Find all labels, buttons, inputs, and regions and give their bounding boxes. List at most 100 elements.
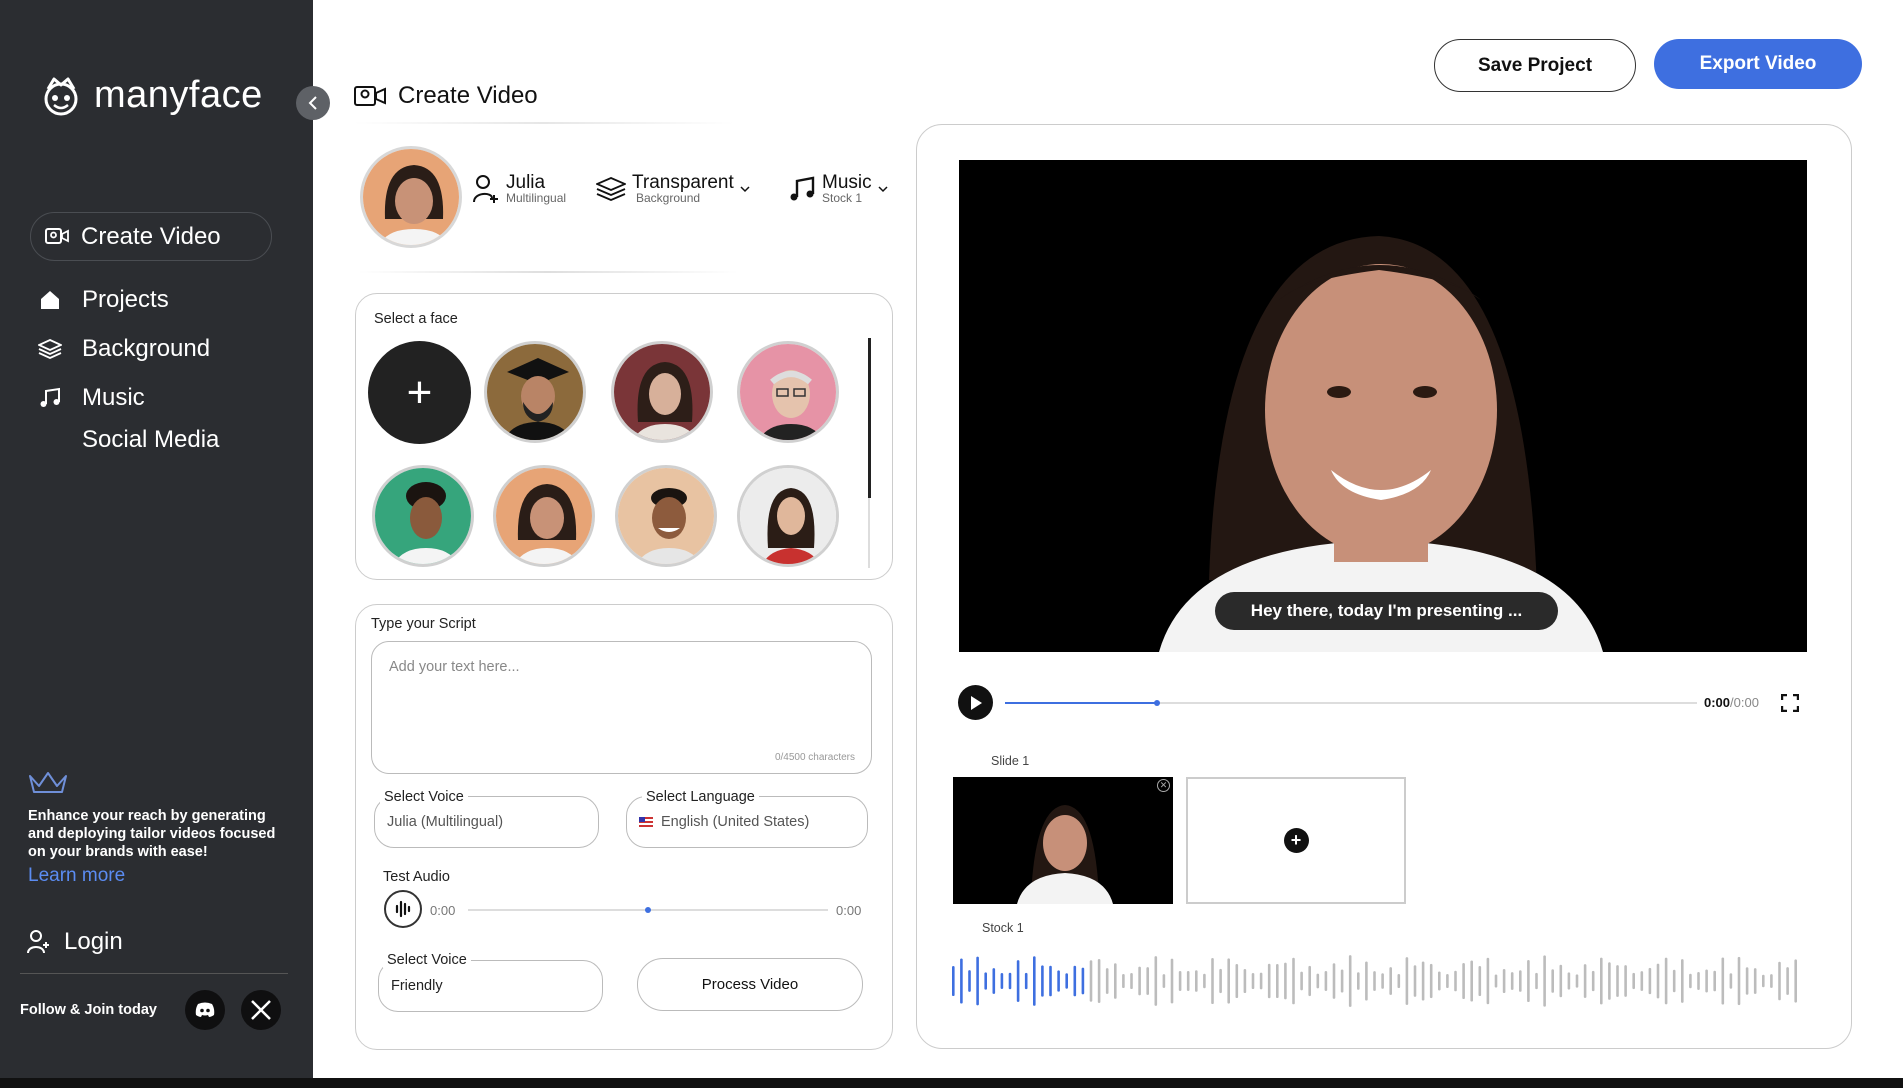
- waveform-bar: [1737, 956, 1741, 1006]
- sidebar-divider: [20, 973, 288, 974]
- crown-icon: [29, 772, 67, 793]
- login-button[interactable]: Login: [26, 928, 123, 956]
- add-face-button[interactable]: +: [368, 341, 471, 444]
- face-option[interactable]: [484, 341, 586, 443]
- fullscreen-icon: [1780, 693, 1800, 713]
- waveform-bar: [1721, 957, 1725, 1005]
- music-sub: Stock 1: [822, 191, 863, 205]
- waveform-bar: [1243, 969, 1247, 993]
- discord-icon[interactable]: [184, 990, 225, 1030]
- brand[interactable]: manyface: [42, 74, 263, 117]
- script-input[interactable]: Add your text here... 0/4500 characters: [371, 641, 872, 774]
- waveform-bar: [1583, 964, 1587, 998]
- sidebar-item-label: Background: [82, 335, 211, 362]
- waveform-bar: [1713, 970, 1716, 992]
- tone-value: Friendly: [391, 978, 443, 994]
- waveform-bar: [1640, 971, 1644, 991]
- waveform-bar: [1600, 957, 1603, 1005]
- waveform-bar: [1324, 971, 1328, 991]
- options-underline: [358, 271, 738, 273]
- waveform-bar: [1381, 973, 1384, 989]
- layers-icon: [596, 177, 626, 201]
- face-option[interactable]: [611, 341, 713, 443]
- sidebar-item-projects[interactable]: Projects: [38, 286, 169, 314]
- promo-card: Enhance your reach by generating and dep…: [28, 770, 293, 887]
- waveform-bar: [1405, 957, 1409, 1005]
- waveform-bar: [1745, 967, 1749, 995]
- waveform-bar: [1575, 974, 1579, 988]
- sidebar-item-music[interactable]: Music: [38, 384, 145, 412]
- waveform-bar: [1097, 959, 1101, 1003]
- waveform-bar: [1170, 958, 1174, 1004]
- music-option[interactable]: Music Stock 1: [788, 173, 888, 205]
- waveform-bar: [1697, 972, 1700, 990]
- export-video-button[interactable]: Export Video: [1654, 39, 1862, 89]
- fullscreen-button[interactable]: [1780, 693, 1800, 717]
- learn-more-link[interactable]: Learn more: [28, 865, 293, 887]
- audio-progress-thumb[interactable]: [645, 907, 651, 913]
- face-option[interactable]: [737, 341, 839, 443]
- selected-avatar[interactable]: [360, 146, 462, 248]
- follow-label: Follow & Join today: [20, 1002, 157, 1018]
- user-add-icon: [473, 175, 498, 203]
- sidebar-item-label: Create Video: [81, 222, 221, 250]
- avatar-option[interactable]: Julia Multilingual: [472, 172, 567, 205]
- music-waveform[interactable]: [952, 950, 1804, 1012]
- face-option[interactable]: [493, 465, 595, 567]
- waveform-bar: [1705, 969, 1708, 993]
- waveform-bar: [1276, 963, 1279, 999]
- sidebar-item-label: Projects: [82, 286, 169, 313]
- face-option[interactable]: [615, 465, 717, 567]
- home-icon: [41, 291, 59, 309]
- language-value: English (United States): [661, 814, 810, 830]
- process-video-button[interactable]: Process Video: [637, 958, 863, 1011]
- test-audio-button[interactable]: [384, 890, 422, 928]
- save-project-button[interactable]: Save Project: [1434, 39, 1636, 92]
- sidebar-item-social-media[interactable]: Social Media: [82, 426, 219, 454]
- collapse-sidebar-button[interactable]: [296, 86, 330, 120]
- waveform-bar: [1510, 972, 1514, 990]
- waveform-bar: [1146, 967, 1149, 995]
- x-icon[interactable]: [240, 990, 281, 1030]
- waveform-bar: [1049, 965, 1052, 997]
- waveform-bar: [1267, 963, 1271, 999]
- background-sub: Background: [636, 191, 701, 205]
- sidebar: manyface Create Video Projects Backgroun…: [0, 0, 313, 1088]
- video-preview[interactable]: Hey there, today I'm presenting ...: [959, 160, 1807, 652]
- face-option[interactable]: [372, 465, 474, 567]
- music-track-label: Stock 1: [982, 921, 1024, 935]
- chevron-down-icon: [740, 186, 750, 193]
- waveform-bar: [1284, 962, 1287, 1000]
- waveform-bar: [1178, 971, 1182, 991]
- sidebar-item-create-video[interactable]: Create Video: [30, 212, 272, 261]
- waveform-bar: [1138, 966, 1141, 996]
- background-option[interactable]: Transparent Background: [596, 173, 750, 205]
- waveform-bar: [1438, 971, 1441, 991]
- avatar-name: Julia: [506, 172, 546, 193]
- waveform-bar: [1162, 974, 1166, 988]
- face-option[interactable]: [737, 465, 839, 567]
- add-slide-button[interactable]: +: [1186, 777, 1406, 904]
- page-title: Create Video: [354, 82, 538, 110]
- slide-thumbnail[interactable]: ✕: [953, 777, 1173, 904]
- waveform-bar: [1130, 973, 1133, 989]
- waveform-bar: [1672, 969, 1676, 993]
- remove-slide-button[interactable]: ✕: [1157, 779, 1170, 792]
- waveform-bar: [1397, 974, 1401, 988]
- sidebar-item-background[interactable]: Background: [38, 335, 210, 363]
- waveform-bar: [952, 966, 955, 996]
- waveform-bar: [1292, 957, 1295, 1005]
- waveform-bar: [1365, 961, 1368, 1001]
- play-button[interactable]: [958, 685, 993, 720]
- video-progress-fill: [1005, 702, 1158, 704]
- waveform-bar: [1357, 972, 1360, 990]
- face-scrollbar[interactable]: [868, 338, 871, 498]
- video-time: 0:00/0:00: [1704, 695, 1759, 710]
- waveform-bar: [1689, 973, 1692, 989]
- waveform-bar: [1024, 972, 1028, 990]
- avatar-sub: Multilingual: [506, 191, 567, 205]
- waveform-bar: [1316, 973, 1320, 989]
- language-label: Select Language: [642, 789, 759, 805]
- waveform-bar: [1648, 967, 1652, 995]
- waveform-bar: [1559, 964, 1563, 998]
